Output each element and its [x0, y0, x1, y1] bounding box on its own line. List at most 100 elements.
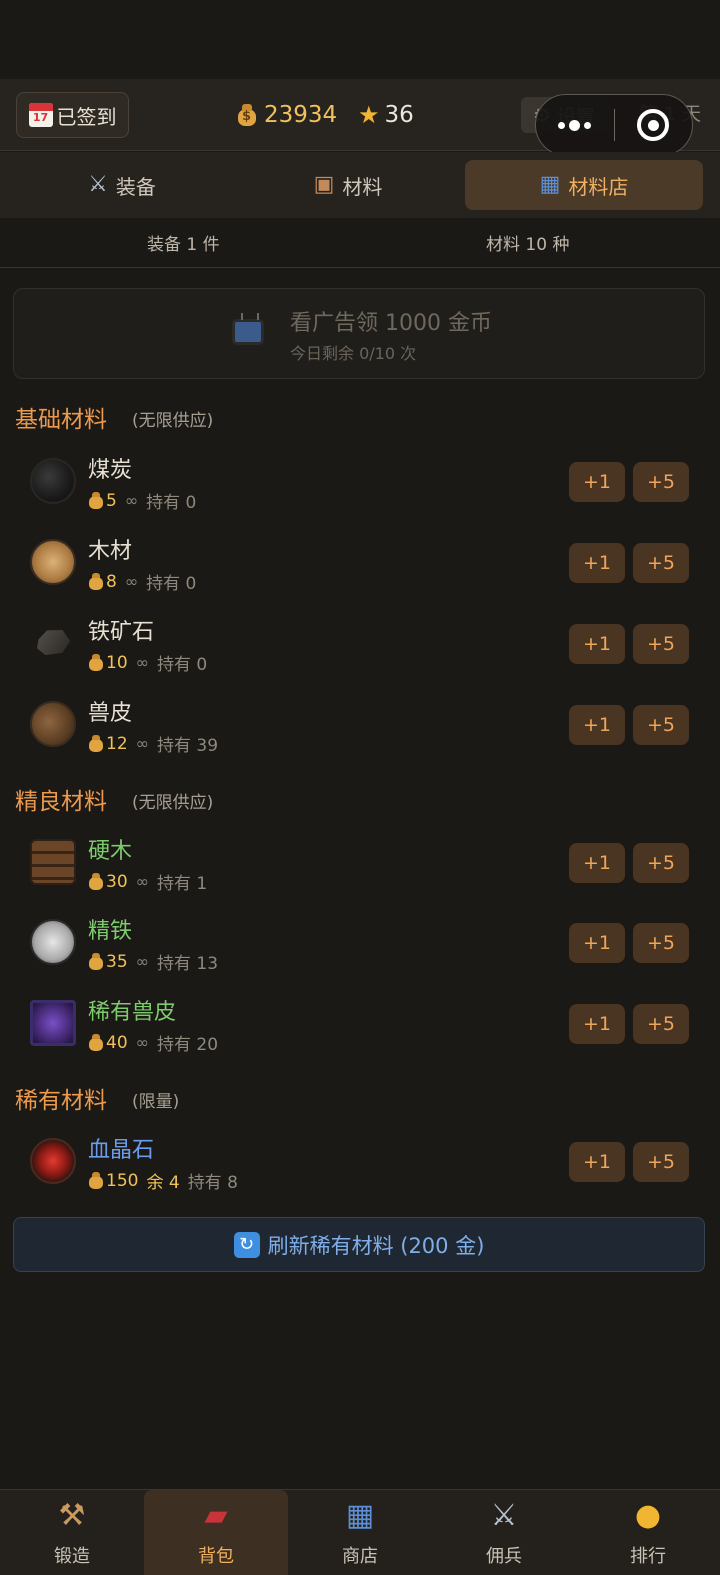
fine-iron-icon	[30, 919, 76, 965]
nav-forge[interactable]: ⚒ 锻造	[0, 1490, 144, 1575]
item-meta: 35 ∞ 持有 13	[88, 949, 218, 974]
inventory-counts: 装备 1 件 材料 10 种	[0, 222, 720, 268]
calendar-icon: 17	[28, 103, 53, 127]
item-name: 铁矿石	[88, 620, 155, 645]
wood-icon	[30, 539, 76, 585]
item-meta: 8 ∞ 持有 0	[88, 569, 196, 594]
item-held: 持有 20	[156, 1035, 219, 1055]
item-price: 30	[88, 872, 128, 892]
item-stock: ∞	[135, 1033, 149, 1052]
stars-amount: 36	[384, 102, 414, 128]
buy-1-button[interactable]: +1	[569, 843, 625, 883]
box-icon: ▣	[313, 172, 335, 197]
signin-button[interactable]: 17 已签到	[16, 92, 129, 138]
item-price: 10	[88, 653, 128, 673]
signin-label: 已签到	[56, 104, 117, 129]
item-name: 稀有兽皮	[88, 1000, 177, 1025]
close-miniprogram-button[interactable]	[615, 109, 693, 141]
hammer-icon: ⚒	[58, 1498, 86, 1533]
item-name: 木材	[88, 539, 133, 564]
tv-icon	[232, 319, 264, 345]
item-price: 35	[88, 952, 128, 972]
buy-1-button[interactable]: +1	[569, 543, 625, 583]
nav-label: 商店	[342, 1546, 378, 1567]
hardwood-icon	[30, 839, 76, 885]
price-value: 8	[106, 571, 117, 592]
buy-5-button[interactable]: +5	[633, 462, 689, 502]
item-held: 持有 0	[156, 655, 208, 675]
price-value: 150	[106, 1170, 139, 1191]
item-price: 12	[88, 734, 128, 754]
buy-5-button[interactable]: +5	[633, 843, 689, 883]
money-bag-icon	[88, 952, 104, 971]
refresh-rare-button[interactable]: ↻ 刷新稀有材料 (200 金)	[13, 1217, 705, 1272]
coal-icon	[30, 458, 76, 504]
section-title-fine: 精良材料	[15, 789, 107, 815]
money-bag-icon	[88, 653, 104, 672]
equipment-count: 装备 1 件	[147, 235, 220, 255]
item-meta: 10 ∞ 持有 0	[88, 650, 207, 675]
buy-5-button[interactable]: +5	[633, 923, 689, 963]
money-bag-icon	[88, 491, 104, 510]
price-value: 30	[106, 871, 128, 892]
tab-label: 材料店	[568, 174, 629, 199]
nav-ranking[interactable]: ● 排行	[576, 1490, 720, 1575]
nav-label: 锻造	[54, 1546, 90, 1567]
item-held: 持有 8	[187, 1173, 238, 1193]
nav-shop[interactable]: ▦ 商店	[288, 1490, 432, 1575]
materials-count: 材料 10 种	[486, 235, 570, 255]
buy-1-button[interactable]: +1	[569, 923, 625, 963]
money-bag-icon	[88, 572, 104, 591]
buy-1-button[interactable]: +1	[569, 705, 625, 745]
more-menu-button[interactable]	[536, 119, 614, 131]
item-held: 持有 1	[156, 874, 208, 894]
medal-icon: ●	[634, 1498, 662, 1533]
shop-icon: ▦	[539, 172, 561, 197]
item-stock: ∞	[124, 572, 139, 591]
backpack-icon: ▰	[204, 1498, 228, 1533]
price-value: 10	[106, 652, 128, 673]
buy-5-button[interactable]: +5	[633, 543, 689, 583]
tab-equipment[interactable]: ⚔ 装备	[12, 160, 232, 210]
item-stock: ∞	[135, 872, 149, 891]
item-name: 血晶石	[88, 1138, 155, 1163]
section-note-basic: (无限供应)	[132, 411, 214, 431]
buy-5-button[interactable]: +5	[633, 705, 689, 745]
price-value: 40	[106, 1032, 128, 1053]
nav-mercenary[interactable]: ⚔ 佣兵	[432, 1490, 576, 1575]
buy-1-button[interactable]: +1	[569, 624, 625, 664]
list-item: 铁矿石 10 ∞ 持有 0 +1 +5	[0, 608, 720, 686]
tab-material-shop[interactable]: ▦ 材料店	[465, 160, 703, 210]
item-held: 持有 0	[146, 493, 197, 513]
item-stock: ∞	[135, 952, 149, 971]
tab-materials[interactable]: ▣ 材料	[238, 160, 458, 210]
buy-1-button[interactable]: +1	[569, 1142, 625, 1182]
nav-label: 佣兵	[486, 1546, 522, 1567]
nav-backpack[interactable]: ▰ 背包	[144, 1490, 288, 1575]
tab-bar: ⚔ 装备 ▣ 材料 ▦ 材料店	[0, 152, 720, 218]
nav-label: 排行	[630, 1546, 666, 1567]
item-meta: 12 ∞ 持有 39	[88, 731, 218, 756]
item-held: 持有 39	[156, 736, 219, 756]
ad-title: 看广告领 1000 金币	[290, 311, 492, 336]
gold-display: 23934	[236, 99, 337, 131]
target-icon	[637, 109, 670, 141]
price-value: 12	[106, 733, 128, 754]
buy-1-button[interactable]: +1	[569, 462, 625, 502]
refresh-label: 刷新稀有材料 (200 金)	[267, 1233, 485, 1258]
buy-1-button[interactable]: +1	[569, 1004, 625, 1044]
hide-icon	[30, 701, 76, 747]
iron-ore-icon	[30, 620, 76, 666]
list-item: 木材 8 ∞ 持有 0 +1 +5	[0, 527, 720, 605]
buy-5-button[interactable]: +5	[633, 624, 689, 664]
watch-ad-button[interactable]: 看广告领 1000 金币 今日剩余 0/10 次	[13, 288, 705, 379]
miniprogram-capsule	[535, 94, 693, 156]
buy-5-button[interactable]: +5	[633, 1142, 689, 1182]
price-value: 35	[106, 951, 128, 972]
buy-5-button[interactable]: +5	[633, 1004, 689, 1044]
list-item: 硬木 30 ∞ 持有 1 +1 +5	[0, 827, 720, 905]
item-held: 持有 13	[156, 954, 219, 974]
item-meta: 40 ∞ 持有 20	[88, 1030, 218, 1055]
list-item: 煤炭 5 ∞ 持有 0 +1 +5	[0, 446, 720, 524]
money-bag-icon	[88, 1171, 104, 1190]
